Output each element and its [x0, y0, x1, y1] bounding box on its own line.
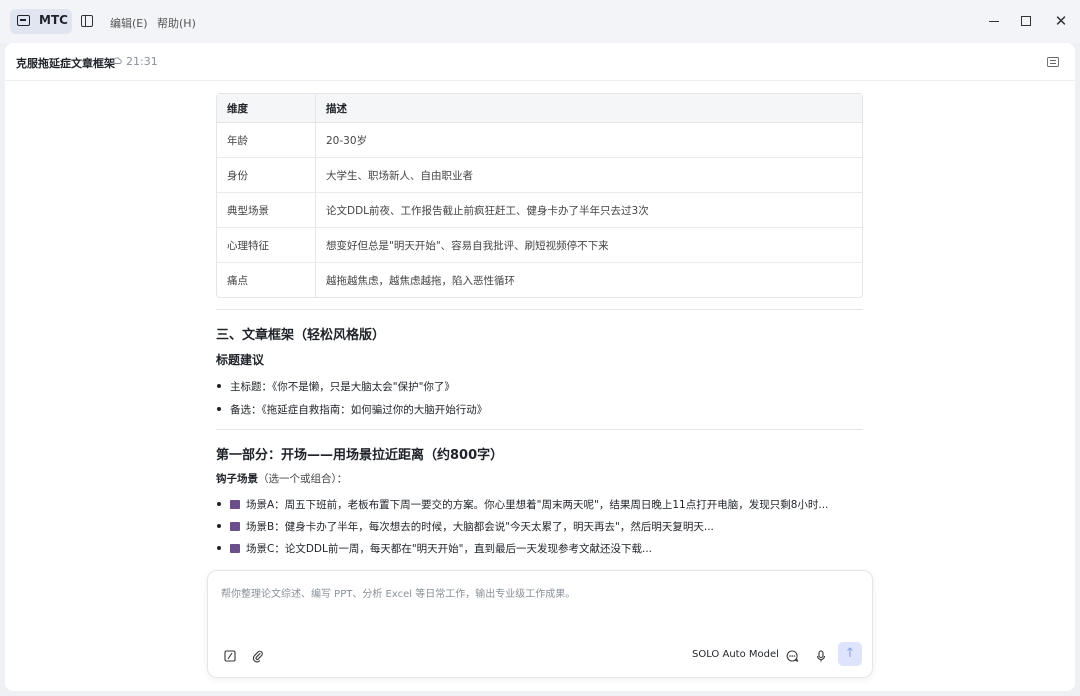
- outline-toggle-icon[interactable]: [1047, 57, 1059, 67]
- app-switcher[interactable]: MTC: [10, 9, 72, 34]
- clapperboard-icon: [230, 522, 240, 531]
- menu-help[interactable]: 帮助(H): [157, 15, 196, 31]
- app-name: MTC: [39, 13, 68, 27]
- model-selector[interactable]: SOLO Auto Model: [692, 649, 779, 660]
- list-item-text: 主标题：《你不是懒，只是大脑太会"保护"你了》: [230, 381, 455, 393]
- bullet-icon: [217, 546, 221, 550]
- table-cell: 年龄: [217, 123, 316, 158]
- table-cell: 20-30岁: [316, 123, 862, 158]
- table-cell: 痛点: [217, 263, 316, 297]
- document-header: 克服拖延症文章框架 21:31: [5, 43, 1075, 81]
- attach-icon[interactable]: [251, 649, 265, 663]
- subsection-heading: 标题建议: [216, 353, 265, 367]
- chat-mode-icon[interactable]: [785, 649, 799, 663]
- bullet-icon: [217, 407, 221, 411]
- table-cell: 大学生、职场新人、自由职业者: [316, 158, 862, 193]
- table-cell: 越拖越焦虑，越焦虑越拖，陷入恶性循环: [326, 274, 515, 287]
- table-row: 身份 大学生、职场新人、自由职业者: [217, 158, 862, 193]
- close-button[interactable]: ✕: [1052, 12, 1070, 30]
- send-button[interactable]: ↑: [838, 642, 862, 666]
- section-heading: 三、文章框架（轻松风格版）: [216, 328, 386, 343]
- document-content: 维度 描述 年龄 20-30岁 身份 大学生、职场新人、自由职业者 典型场景 论…: [216, 93, 864, 555]
- sidebar-toggle-icon[interactable]: [81, 15, 93, 27]
- list-item-text: 场景B：健身卡办了半年，每次想去的时候，大脑都会说"今天太累了，明天再去"，然后…: [246, 521, 714, 533]
- table-cell: 身份: [217, 158, 316, 193]
- table-header-row: 维度 描述: [217, 94, 862, 123]
- persona-table: 维度 描述 年龄 20-30岁 身份 大学生、职场新人、自由职业者 典型场景 论…: [216, 93, 863, 298]
- table-cell: 论文DDL前夜、工作报告截止前疯狂赶工、健身卡办了半年只去过3次: [316, 193, 862, 228]
- minimize-button[interactable]: [985, 12, 1003, 30]
- table-row: 年龄 20-30岁: [217, 123, 862, 158]
- table-cell: 想变好但总是"明天开始"、容易自我批评、刷短视频停不下来: [316, 228, 862, 263]
- section-heading: 第一部分：开场——用场景拉近距离（约800字）: [216, 448, 504, 463]
- list-item: 场景A：周五下班前，老板布置下周一要交的方案。你心里想着"周末两天呢"，结果周日…: [216, 497, 828, 512]
- app-logo-icon: [17, 15, 30, 26]
- divider: [216, 429, 863, 430]
- arrow-up-icon: ↑: [844, 646, 856, 661]
- list-item: 备选：《拖延症自救指南：如何骗过你的大脑开始行动》: [216, 402, 487, 417]
- title-bar: MTC 编辑(E) 帮助(H) ✕: [0, 0, 1080, 43]
- list-item: 场景C：论文DDL前一周，每天都在"明天开始"，直到最后一天发现参考文献还没下载…: [216, 541, 652, 556]
- table-row: 心理特征 想变好但总是"明天开始"、容易自我批评、刷短视频停不下来: [217, 228, 862, 263]
- menu-edit[interactable]: 编辑(E): [110, 15, 148, 31]
- list-item-text: 场景A：周五下班前，老板布置下周一要交的方案。你心里想着"周末两天呢"，结果周日…: [246, 499, 829, 511]
- saved-time: 21:31: [126, 55, 158, 68]
- cloud-saved-icon: [112, 57, 122, 64]
- chat-composer[interactable]: 帮你整理论文综述、编写 PPT、分析 Excel 等日常工作，输出专业级工作成果…: [207, 570, 873, 678]
- table-row: 痛点 越拖越焦虑，越焦虑越拖，陷入恶性循环: [217, 263, 862, 297]
- slash-command-icon[interactable]: [223, 649, 237, 663]
- maximize-button[interactable]: [1017, 12, 1035, 30]
- composer-input[interactable]: 帮你整理论文综述、编写 PPT、分析 Excel 等日常工作，输出专业级工作成果…: [221, 585, 575, 600]
- list-item-text: 备选：《拖延症自救指南：如何骗过你的大脑开始行动》: [230, 404, 488, 416]
- document-title: 克服拖延症文章框架: [16, 57, 115, 70]
- hook-paragraph: 钩子场景（选一个或组合）：: [216, 471, 347, 486]
- list-item: 主标题：《你不是懒，只是大脑太会"保护"你了》: [216, 379, 455, 394]
- microphone-icon[interactable]: [814, 649, 828, 663]
- table-row: 典型场景 论文DDL前夜、工作报告截止前疯狂赶工、健身卡办了半年只去过3次: [217, 193, 862, 228]
- bullet-icon: [217, 524, 221, 528]
- clapperboard-icon: [230, 500, 240, 509]
- table-header-cell: 维度: [217, 94, 316, 123]
- bullet-icon: [217, 502, 221, 506]
- list-item-text: 场景C：论文DDL前一周，每天都在"明天开始"，直到最后一天发现参考文献还没下载…: [246, 543, 653, 555]
- hook-label: 钩子场景: [216, 473, 258, 485]
- table-cell: 典型场景: [217, 193, 316, 228]
- table-cell: 心理特征: [217, 228, 316, 263]
- table-header-cell: 描述: [316, 94, 862, 123]
- clapperboard-icon: [230, 544, 240, 553]
- bullet-icon: [217, 384, 221, 388]
- divider: [216, 309, 863, 310]
- document-panel: 克服拖延症文章框架 21:31 维度 描述 年龄 20-30岁 身份 大学生、职…: [5, 43, 1075, 691]
- hook-hint: （选一个或组合）：: [258, 473, 348, 485]
- list-item: 场景B：健身卡办了半年，每次想去的时候，大脑都会说"今天太累了，明天再去"，然后…: [216, 519, 714, 534]
